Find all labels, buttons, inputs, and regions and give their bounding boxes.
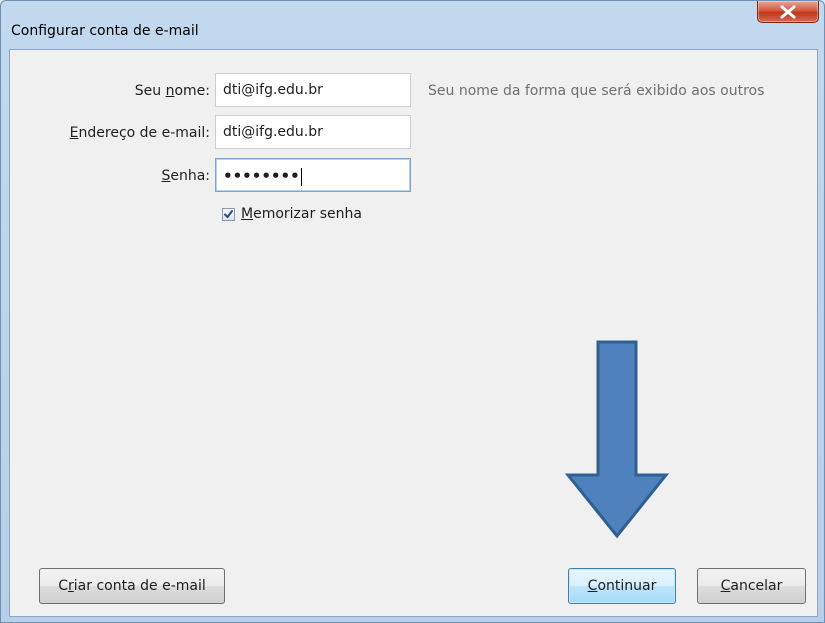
cancel-label-post: ancelar: [730, 578, 783, 594]
create-label-pre: C: [58, 578, 69, 594]
down-arrow-annotation: [564, 340, 670, 539]
remember-label-post: emorizar senha: [253, 206, 362, 222]
email-label: Endereço de e-mail:: [10, 125, 210, 141]
dialog-content: Seu nome: dti@ifg.edu.br Seu nome da for…: [9, 49, 818, 617]
create-label-post: iar conta de e-mail: [73, 578, 206, 594]
close-icon: [780, 5, 796, 18]
checkmark-icon: [224, 210, 233, 218]
password-label: Senha:: [10, 168, 210, 184]
name-input[interactable]: dti@ifg.edu.br: [215, 73, 411, 107]
password-label-key: S: [161, 168, 171, 184]
password-label-post: enha:: [170, 168, 210, 184]
remember-password-checkbox[interactable]: [222, 208, 235, 221]
continue-button[interactable]: Continuar: [568, 568, 676, 604]
cancel-label-key: C: [720, 578, 731, 594]
name-label-post: ome:: [174, 83, 210, 99]
remember-password-label[interactable]: Memorizar senha: [241, 206, 362, 222]
continue-label-key: C: [587, 578, 598, 594]
email-label-key: E: [69, 125, 79, 141]
dialog-window: Configurar conta de e-mail Seu nome: dti…: [0, 0, 825, 623]
email-input[interactable]: dti@ifg.edu.br: [215, 115, 411, 149]
name-label-pre: Seu: [134, 83, 166, 99]
name-hint: Seu nome da forma que será exibido aos o…: [428, 83, 765, 99]
password-input[interactable]: ••••••••: [215, 158, 411, 192]
name-label: Seu nome:: [10, 83, 210, 99]
create-email-account-button[interactable]: Cr iar conta de e-mail: [39, 568, 225, 604]
password-value: ••••••••: [223, 167, 300, 185]
email-label-post: ndereço de e-mail:: [78, 125, 210, 141]
close-button[interactable]: [757, 1, 819, 23]
text-caret: [300, 168, 302, 186]
cancel-button[interactable]: Cancelar: [697, 568, 806, 604]
continue-label-post: ontinuar: [597, 578, 657, 594]
window-title: Configurar conta de e-mail: [11, 23, 199, 39]
remember-label-key: M: [241, 206, 254, 222]
title-bar[interactable]: Configurar conta de e-mail: [1, 1, 824, 49]
